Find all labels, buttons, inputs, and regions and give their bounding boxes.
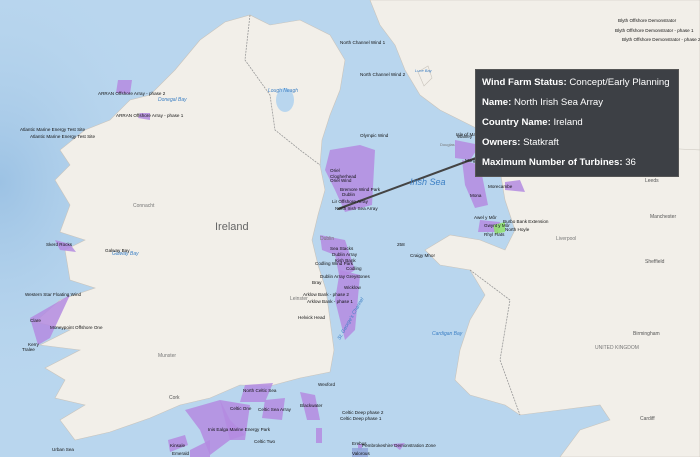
popup-row-status: Wind Farm Status: Concept/Early Planning xyxy=(482,77,670,88)
place-label: Liverpool xyxy=(556,236,576,242)
windfarm-label: Erebus xyxy=(352,441,367,446)
windfarm-label: Codling xyxy=(346,266,362,271)
windfarm-label: Oriel xyxy=(330,168,340,173)
windfarm-label: Arklow Bank - phase 1 xyxy=(307,299,353,304)
place-label: Birmingham xyxy=(633,331,660,337)
windfarm-label: Dublin Array xyxy=(332,252,358,257)
windfarm-label: Celtic Sea Array xyxy=(258,407,292,412)
place-label: Douglas xyxy=(440,142,455,147)
windfarm-label: Western Star Floating Wind xyxy=(25,292,82,297)
windfarm-label: Emerald xyxy=(172,451,190,456)
windfarm-label: Olympic Wind xyxy=(360,133,389,138)
place-label: Donegal Bay xyxy=(158,97,187,103)
windfarm-label: Rhyl Flats xyxy=(484,232,505,237)
windfarm-label: ARRAN Offshore Array - phase 1 xyxy=(116,113,184,118)
windfarm-label: Blyth Offshore Demonstrator - phase 1 xyxy=(615,28,694,33)
place-label: Manchester xyxy=(650,214,676,220)
windfarm-label: Inis Ealga Marine Energy Park xyxy=(208,427,271,432)
windfarm-label: North Irish Sea Array xyxy=(335,206,378,211)
windfarm-label: Celtic Two xyxy=(254,439,276,444)
windfarm-label: North Celtic Sea xyxy=(243,388,277,393)
windfarm-label: North Hoyle xyxy=(505,227,530,232)
place-label: Cardigan Bay xyxy=(432,331,463,337)
place-label: Ireland xyxy=(215,221,249,233)
windfarm-label: Skerd Rocks xyxy=(46,242,73,247)
place-label: Munster xyxy=(158,353,176,359)
windfarm-label: Sea Stacks xyxy=(330,246,354,251)
windfarm-label: Codling Wind Park xyxy=(315,261,354,266)
popup-row-country: Country Name: Ireland xyxy=(482,117,583,128)
windfarm-label: Celtic One xyxy=(230,406,252,411)
windfarm-area[interactable] xyxy=(316,428,322,443)
windfarm-label: Celtic Deep phase 2 xyxy=(342,410,384,415)
popup-row-name: Name: North Irish Sea Array xyxy=(482,97,604,108)
windfarm-label: Atlantic Marine Energy Test Site xyxy=(30,134,95,139)
windfarm-label: Celtic Deep phase 1 xyxy=(340,416,382,421)
windfarm-label: ARRAN Offshore Array - phase 2 xyxy=(98,91,166,96)
windfarm-label: Moneypoint Offshore One xyxy=(50,325,103,330)
place-label: Sheffield xyxy=(645,259,665,265)
windfarm-label: Galway Bay xyxy=(105,248,130,253)
place-label: Cork xyxy=(169,395,180,401)
windfarm-label: Wexford xyxy=(318,382,335,387)
popup-row-owners: Owners: Statkraft xyxy=(482,137,559,148)
place-label: Connacht xyxy=(133,203,155,209)
windfarm-label: Pembrokeshire Demonstration Zone xyxy=(362,443,436,448)
windfarm-label: Blyth Offshore Demonstrator - phase 2 xyxy=(622,37,700,42)
feature-popup: Wind Farm Status: Concept/Early Planning… xyxy=(475,69,679,177)
windfarm-label: North Channel Wind 1 xyxy=(340,40,386,45)
depth-label: 258 xyxy=(397,242,405,247)
windfarm-label: Lir Offshore Array xyxy=(332,199,369,204)
place-label: Lough Neagh xyxy=(268,88,298,94)
windfarm-label: Dublin xyxy=(342,192,355,197)
windfarm-label: North Channel Wind 2 xyxy=(360,72,406,77)
place-label: Luce Bay xyxy=(415,68,433,73)
windfarm-label: Helvick Head xyxy=(298,315,326,320)
windfarm-label: Dublin Array Greystones xyxy=(320,274,370,279)
place-label: Cardiff xyxy=(640,416,655,422)
windfarm-label: Kinsale xyxy=(170,443,186,448)
craig-label: Craigy Mhor xyxy=(410,253,435,258)
windfarm-label: Atlantic Marine Energy Test Site xyxy=(20,127,85,132)
windfarm-label: Valorous xyxy=(352,451,370,456)
windfarm-label: Arklow Bank - phase 2 xyxy=(303,292,349,297)
windfarm-label: Mona xyxy=(470,193,482,198)
windfarm-label: Oriel Wind xyxy=(330,178,352,183)
place-label: Dublin xyxy=(320,236,334,242)
windfarm-label: Morecambe xyxy=(488,184,513,189)
place-label: UNITED KINGDOM xyxy=(595,345,639,351)
windfarm-label: Bray xyxy=(312,280,322,285)
windfarm-label: Wicklow xyxy=(344,285,362,290)
windfarm-label: Tralee xyxy=(22,347,35,352)
windfarm-label: Blackwater xyxy=(300,403,323,408)
windfarm-label: Awel y Môr xyxy=(474,215,497,220)
windfarm-label: Blyth Offshore Demonstrator xyxy=(618,18,677,23)
place-label: Irish Sea xyxy=(410,177,446,187)
windfarm-label: Urban Sea xyxy=(52,447,74,452)
popup-row-turbines: Maximum Number of Turbines: 36 xyxy=(482,157,636,168)
place-label: Leeds xyxy=(645,178,659,184)
windfarm-label: Clare xyxy=(30,318,41,323)
windfarm-label: Burbo Bank Extension xyxy=(503,219,549,224)
